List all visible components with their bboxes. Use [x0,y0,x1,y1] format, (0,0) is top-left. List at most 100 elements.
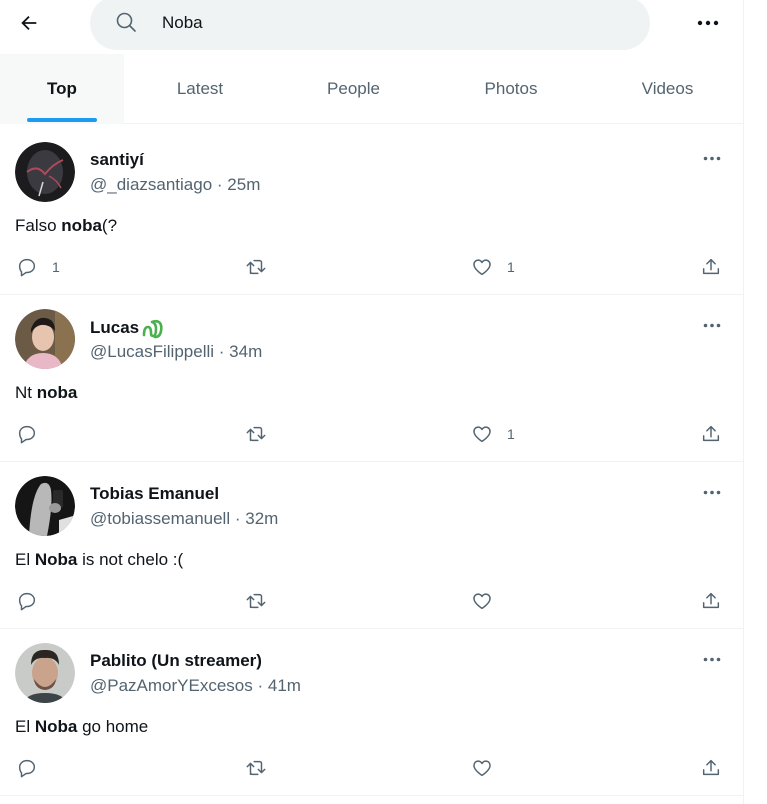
tweet-more-button[interactable] [697,148,727,168]
reply-button[interactable] [16,421,52,447]
search-input[interactable] [162,10,622,36]
tweet[interactable]: santiyí @_diazsantiago · 25m Falso noba(… [0,128,744,295]
share-icon [702,592,720,609]
tweet[interactable]: Pablito (Un streamer) @PazAmorYExcesos ·… [0,629,744,796]
tab-photos[interactable]: Photos [431,54,591,124]
timestamp[interactable]: 25m [227,175,260,194]
retweet-button[interactable] [244,588,268,614]
like-button[interactable] [471,755,507,781]
heart-icon [473,760,491,777]
tweet-more-button[interactable] [697,315,727,335]
tweet-more-button[interactable] [697,649,727,669]
search-box[interactable] [90,0,650,50]
retweet-icon [246,593,266,609]
timestamp[interactable]: 41m [268,676,301,695]
share-button[interactable] [700,421,722,447]
share-icon [702,258,720,275]
timestamp[interactable]: 32m [245,509,278,528]
like-count: 1 [507,426,515,442]
avatar-image [15,476,75,536]
more-horizontal-icon [703,323,721,327]
search-highlight: noba [61,216,102,235]
timestamp[interactable]: 34m [229,342,262,361]
heart-icon [473,426,491,443]
author-name[interactable]: Pablito (Un streamer) [90,651,262,671]
author-meta: @LucasFilippelli · 34m [90,342,262,362]
tab-videos[interactable]: Videos [591,54,744,124]
search-header [0,0,744,52]
retweet-button[interactable] [244,254,268,280]
text-part: Nt [15,383,37,402]
author-meta: @tobiassemanuell · 32m [90,509,278,529]
tweet-actions [0,588,744,614]
tweet[interactable]: Tobias Emanuel @tobiassemanuell · 32m El… [0,462,744,629]
meta-separator: · [257,676,268,695]
author-name[interactable]: Lucas [90,317,163,339]
reply-icon [18,258,36,277]
back-button[interactable] [14,8,44,38]
main-column: Top Latest People Photos Videos [0,0,744,804]
handle[interactable]: @PazAmorYExcesos [90,676,253,695]
reply-icon [18,759,36,778]
like-count: 1 [507,259,515,275]
handle[interactable]: @tobiassemanuell [90,509,230,528]
tab-top[interactable]: Top [0,54,124,124]
avatar[interactable] [15,476,75,536]
search-highlight: Noba [34,550,78,569]
tab-label: Videos [641,79,694,98]
tweet-text: Falso noba(? [15,216,117,236]
text-part: Falso [15,216,62,235]
like-button[interactable] [471,588,507,614]
display-name: santiyí [90,150,144,169]
tab-latest[interactable]: Latest [124,54,276,124]
more-options-button[interactable] [693,10,723,36]
tweet[interactable]: Lucas @LucasFilippelli · 34m Nt noba 1 [0,295,744,462]
handle[interactable]: @_diazsantiago [90,175,212,194]
author-name[interactable]: santiyí [90,150,144,170]
like-button[interactable]: 1 [471,421,515,447]
reply-button[interactable] [16,755,52,781]
reply-button[interactable]: 1 [16,254,60,280]
avatar[interactable] [15,142,75,202]
text-part: (? [101,216,118,235]
handle[interactable]: @LucasFilippelli [90,342,214,361]
like-button[interactable]: 1 [471,254,515,280]
display-name: Tobias Emanuel [90,484,220,503]
avatar[interactable] [15,643,75,703]
author-name[interactable]: Tobias Emanuel [90,484,219,504]
share-button[interactable] [700,254,722,280]
tweet-actions: 1 [0,421,744,447]
search-highlight: noba [36,383,78,402]
more-horizontal-icon [703,490,721,494]
tweet-more-button[interactable] [697,482,727,502]
retweet-icon [246,760,266,776]
tab-label: Top [47,79,77,98]
display-name: Pablito (Un streamer) [90,651,262,670]
more-horizontal-icon [703,657,721,661]
retweet-button[interactable] [244,755,268,781]
search-results-feed: santiyí @_diazsantiago · 25m Falso noba(… [0,128,744,796]
reply-count: 1 [52,259,60,275]
author-meta: @_diazsantiago · 25m [90,175,260,195]
tweet-text: Nt noba [15,383,77,403]
text-part: is not chelo :( [77,550,184,569]
share-button[interactable] [700,755,722,781]
retweet-icon [246,259,266,275]
avatar[interactable] [15,309,75,369]
green-squiggle-emoji-icon [142,319,163,339]
tweet-actions: 1 1 [0,254,744,280]
tab-people[interactable]: People [276,54,431,124]
arrow-left-icon [21,15,37,31]
search-tabs: Top Latest People Photos Videos [0,54,744,124]
retweet-button[interactable] [244,421,268,447]
reply-button[interactable] [16,588,52,614]
share-button[interactable] [700,588,722,614]
tweet-text: El Noba go home [15,717,148,737]
reply-icon [18,425,36,444]
search-icon [116,12,136,32]
meta-separator: · [234,509,246,528]
tab-label: People [327,79,380,98]
reply-icon [18,592,36,611]
tweet-text: El Noba is not chelo :( [15,550,183,570]
share-icon [702,425,720,442]
